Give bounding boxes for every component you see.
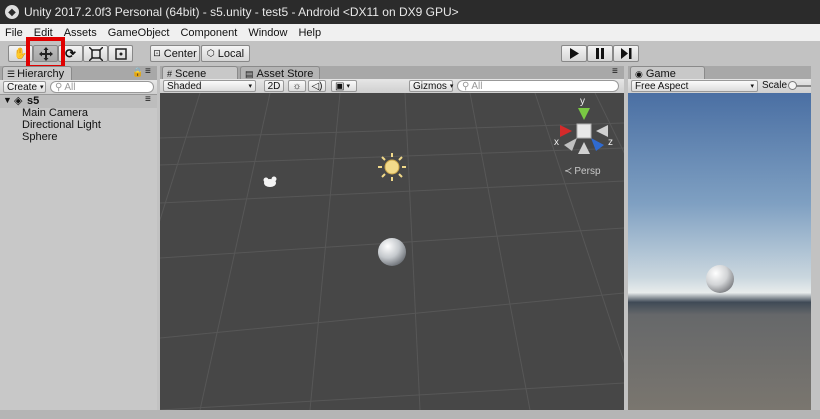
hierarchy-item-main-camera[interactable]: Main Camera (22, 107, 88, 119)
scene-toolbar: Shaded ▾ 2D ☼ ◁) ▣ ▾ Gizmos ▾ ⚲ All (160, 79, 624, 94)
step-button[interactable] (613, 45, 639, 62)
status-bar (0, 410, 820, 419)
chevron-down-icon: ▾ (40, 84, 44, 91)
hierarchy-panel: ☰ Hierarchy 🔒 ≡ Create ▾ ⚲ All ▼ ◈ s5 ≡ … (0, 66, 157, 410)
sun-icon: ☼ (292, 80, 302, 92)
shading-mode-label: Shaded (167, 80, 202, 92)
pause-button[interactable] (587, 45, 613, 62)
move-tool-highlight (26, 37, 65, 69)
orientation-gizmo[interactable] (560, 108, 608, 154)
chevron-down-icon: ▾ (750, 83, 754, 90)
right-gutter (811, 66, 820, 410)
hierarchy-search-placeholder: All (64, 81, 76, 93)
game-tab-icon: ◉ (635, 68, 643, 79)
menu-component[interactable]: Component (175, 27, 243, 39)
rect-tool-icon (114, 47, 127, 60)
space-local-toggle[interactable]: ⬡ Local (201, 45, 250, 62)
rect-tool-button[interactable] (108, 45, 133, 62)
scene-search-input[interactable]: ⚲ All (457, 80, 619, 92)
scale-tool-button[interactable] (83, 45, 108, 62)
pause-icon (596, 48, 604, 59)
tab-hierarchy[interactable]: ☰ Hierarchy (2, 66, 72, 81)
menu-gameobject[interactable]: GameObject (103, 27, 176, 39)
axis-x-label: x (554, 137, 559, 148)
hierarchy-toolbar: Create ▾ ⚲ All (0, 80, 157, 95)
menu-bar: File Edit Assets GameObject Component Wi… (0, 24, 820, 41)
pivot-center-toggle[interactable]: ⊡ Center (150, 45, 200, 62)
space-local-label: Local (217, 47, 245, 60)
scene-panel-menu-icon[interactable]: ≡ (612, 66, 618, 77)
projection-label: Persp (574, 166, 601, 177)
hierarchy-tab-label: Hierarchy (17, 68, 65, 80)
play-button[interactable] (561, 45, 587, 62)
center-icon: ⊡ (153, 48, 161, 58)
rotate-icon: ⟳ (65, 45, 76, 61)
game-sphere-object (706, 265, 734, 293)
2d-toggle[interactable]: 2D (264, 80, 284, 92)
play-icon (570, 48, 579, 59)
gizmos-label: Gizmos (413, 80, 447, 92)
2d-label: 2D (267, 80, 281, 92)
gizmos-dropdown[interactable]: Gizmos ▾ (409, 80, 453, 92)
expand-arrow-icon[interactable]: ▼ (3, 95, 12, 105)
unity-logo-icon: ◆ (5, 5, 19, 19)
scene-search-placeholder: All (471, 80, 483, 92)
image-icon: ▣ (335, 80, 345, 92)
hierarchy-search-input[interactable]: ⚲ All (50, 81, 154, 93)
panel-menu-icon[interactable]: ≡ (145, 66, 151, 77)
speaker-icon: ◁) (311, 80, 323, 92)
unity-scene-icon: ◈ (14, 95, 23, 107)
chevron-down-icon: ▾ (248, 83, 252, 90)
scene-tab-icon: # (167, 69, 173, 79)
scale-icon (88, 46, 103, 61)
asset-store-icon: ▤ (245, 68, 254, 79)
title-bar: ◆ Unity 2017.2.0f3 Personal (64bit) - s5… (0, 0, 820, 24)
scene-view[interactable]: y x z ≺ Persp (160, 93, 624, 410)
pivot-center-label: Center (163, 47, 197, 60)
game-view[interactable] (628, 93, 811, 410)
shading-mode-dropdown[interactable]: Shaded ▾ (163, 80, 256, 92)
hierarchy-item-sphere[interactable]: Sphere (22, 131, 57, 143)
scale-slider-handle[interactable] (788, 81, 797, 90)
audio-toggle[interactable]: ◁) (308, 80, 326, 92)
directional-light-gizmo[interactable] (378, 153, 406, 181)
create-label: Create (7, 81, 38, 93)
menu-file[interactable]: File (0, 27, 29, 39)
chevron-down-icon: ▾ (346, 83, 350, 90)
camera-gizmo[interactable] (263, 176, 277, 188)
perspective-icon: ≺ (564, 166, 573, 177)
local-icon: ⬡ (206, 48, 215, 58)
effects-dropdown[interactable]: ▣ ▾ (331, 80, 357, 92)
scale-label: Scale (762, 80, 788, 91)
menu-window[interactable]: Window (243, 27, 293, 39)
sphere-object[interactable] (378, 238, 406, 266)
menu-assets[interactable]: Assets (59, 27, 103, 39)
window-title: Unity 2017.2.0f3 Personal (64bit) - s5.u… (24, 5, 459, 19)
lighting-toggle[interactable]: ☼ (288, 80, 306, 92)
game-toolbar: Free Aspect ▾ Scale (628, 79, 811, 94)
menu-help[interactable]: Help (293, 27, 327, 39)
lock-icon[interactable]: 🔒 (132, 67, 143, 78)
hierarchy-item-directional-light[interactable]: Directional Light (22, 119, 101, 131)
create-dropdown[interactable]: Create ▾ (3, 81, 46, 93)
search-icon: ⚲ (55, 81, 63, 93)
hierarchy-tabbar: ☰ Hierarchy 🔒 ≡ (0, 66, 157, 81)
step-icon (621, 48, 632, 59)
axis-y-label: y (580, 96, 585, 107)
projection-toggle[interactable]: ≺ Persp (564, 166, 601, 177)
chevron-down-icon: ▾ (449, 83, 454, 90)
main-toolbar: ✋ ⟳ ⊡ Center ⬡ Local (0, 41, 820, 65)
game-panel-header: ◉ Game Free Aspect ▾ Scale (628, 66, 811, 94)
scene-panel-header: # Scene ▤ Asset Store ≡ Shaded ▾ 2D ☼ ◁)… (160, 66, 624, 94)
search-icon: ⚲ (462, 80, 470, 92)
scene-menu-icon[interactable]: ≡ (145, 94, 151, 105)
aspect-dropdown[interactable]: Free Aspect ▾ (631, 80, 758, 92)
scene-name: s5 (27, 95, 40, 107)
hierarchy-tab-icon: ☰ (7, 68, 16, 79)
aspect-label: Free Aspect (635, 80, 689, 92)
axis-z-label: z (608, 137, 613, 148)
